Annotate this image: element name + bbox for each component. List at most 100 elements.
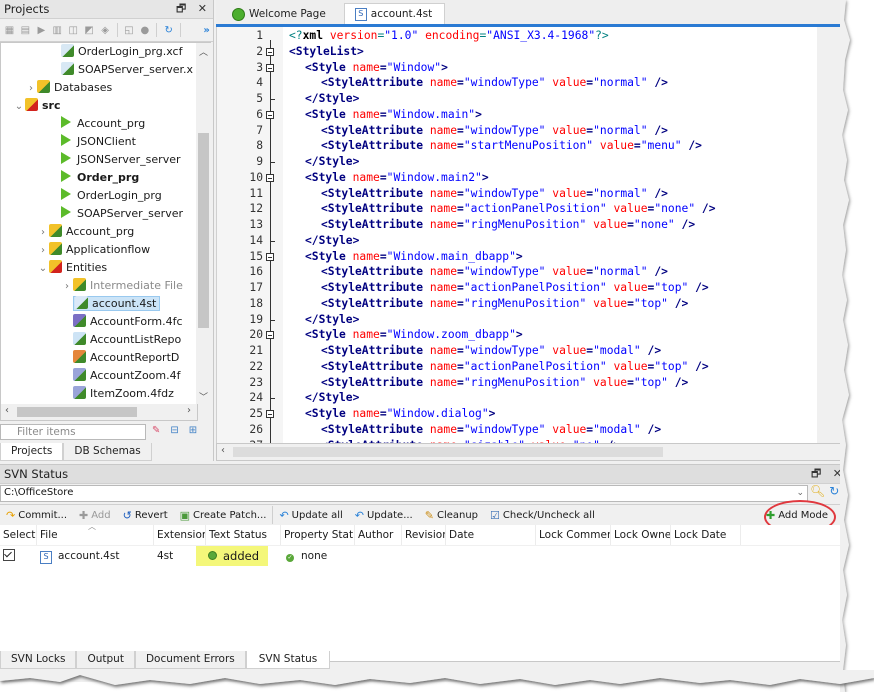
column-header-text-status[interactable]: Text Status [206,525,281,545]
restore-icon[interactable]: 🗗 [176,2,186,15]
overflow-icon[interactable]: » [200,23,213,37]
fold-toggle-icon[interactable] [266,331,274,340]
tree-item[interactable]: JSONServer_server [1,151,197,169]
revert-button[interactable]: ↺ Revert [117,506,174,524]
column-header-lock-owner[interactable]: Lock Owner [611,525,671,545]
database-icon[interactable]: ● [138,23,151,37]
tree-item[interactable]: SOAPServer_server.x [1,61,197,79]
check-uncheck-all-button[interactable]: ☑ Check/Uncheck all [484,506,601,524]
column-header-select[interactable]: Select [0,525,37,545]
chevron-down-icon[interactable]: ⌄ [13,98,25,116]
code-line[interactable]: 25 <Style name="Window.dialog"> [217,406,817,422]
tree-item[interactable]: AccountReportD [1,349,197,367]
tree-item[interactable]: account.4st [1,295,197,313]
link-icon[interactable]: ▥ [51,23,64,37]
eraser-icon[interactable]: ✎ [152,425,160,436]
code-line[interactable]: 23 <StyleAttribute name="ringMenuPosition… [217,375,817,391]
chevron-down-icon[interactable]: ⌄ [796,486,804,500]
tree-item[interactable]: ItemZoom.4fdz [1,385,197,403]
build-icon[interactable]: ▦ [3,23,16,37]
commit-button[interactable]: ↷ Commit... [0,506,73,524]
code-line[interactable]: 13 <StyleAttribute name="ringMenuPosition… [217,217,817,233]
code-line[interactable]: 15 <Style name="Window.main_dbapp"> [217,249,817,265]
code-line[interactable]: 9 </Style> [217,154,817,170]
code-line[interactable]: 5 </Style> [217,91,817,107]
code-line[interactable]: 24 </Style> [217,390,817,406]
tab-projects[interactable]: Projects [0,443,64,461]
chevron-right-icon[interactable]: › [37,242,49,260]
column-header-lock-comment[interactable]: Lock Comment [536,525,611,545]
fold-toggle-icon[interactable] [266,110,274,119]
table-row[interactable]: Saccount.4st 4st added ✓ none [0,546,848,566]
fold-toggle-icon[interactable] [266,252,274,261]
tree-item[interactable]: › Account_prg [1,223,197,241]
sync-icon[interactable]: ↻ [162,23,175,37]
code-area[interactable]: 1 <?xml version="1.0" encoding="ANSI_X3.4… [216,27,817,443]
tree-item[interactable]: OrderLogin_prg [1,187,197,205]
tree-vertical-scrollbar[interactable]: ︿ ﹀ [196,42,211,405]
tab-document-errors[interactable]: Document Errors [134,651,246,669]
code-line[interactable]: 3 <Style name="Window"> [217,60,817,76]
column-header-file[interactable]: File [37,525,154,545]
deploy-icon[interactable]: ◩ [83,23,96,37]
tree-item[interactable]: ⌄ Entities [1,259,197,277]
code-line[interactable]: 26 <StyleAttribute name="windowType" valu… [217,422,817,438]
fold-toggle-icon[interactable] [266,410,274,418]
fold-toggle-icon[interactable] [266,47,274,56]
code-line[interactable]: 12 <StyleAttribute name="actionPanelPosit… [217,201,817,217]
tab-svn-locks[interactable]: SVN Locks [0,651,77,669]
expand-all-icon[interactable]: ⊞ [189,425,197,436]
code-line[interactable]: 21 <StyleAttribute name="windowType" valu… [217,343,817,359]
update-button[interactable]: ↶ Update... [349,506,419,524]
run-icon[interactable]: ▶ [35,23,48,37]
code-line[interactable]: 22 <StyleAttribute name="actionPanelPosit… [217,359,817,375]
tree-item[interactable]: › Intermediate File [1,277,197,295]
code-line[interactable]: 1 <?xml version="1.0" encoding="ANSI_X3.4… [217,28,817,44]
tab-svn-status[interactable]: SVN Status [245,651,331,669]
tab-output[interactable]: Output [76,651,135,669]
column-header-author[interactable]: Author [355,525,402,545]
working-copy-path-combo[interactable]: C:\OfficeStore ⌄ [0,485,808,502]
new-file-icon[interactable]: ◱ [122,23,135,37]
scroll-left-icon[interactable]: ‹ [5,405,9,416]
scroll-right-icon[interactable]: › [187,405,191,416]
code-line[interactable]: 4 <StyleAttribute name="windowType" value… [217,75,817,91]
tree-item[interactable]: Account_prg [1,115,197,133]
tree-item[interactable]: ⌄ src [1,97,197,115]
tab-welcome-page[interactable]: Welcome Page [222,4,338,24]
code-line[interactable]: 14 </Style> [217,233,817,249]
tree-horizontal-scrollbar[interactable]: ‹ › [0,404,198,421]
code-line[interactable]: 10 <Style name="Window.main2"> [217,170,817,186]
tree-item[interactable]: › Databases [1,79,197,97]
refresh-icon[interactable]: ↻ [829,484,839,498]
code-line[interactable]: 20 <Style name="Window.zoom_dbapp"> [217,327,817,343]
code-line[interactable]: 18 <StyleAttribute name="ringMenuPosition… [217,296,817,312]
code-line[interactable]: 8 <StyleAttribute name="startMenuPosition… [217,138,817,154]
restore-icon[interactable]: 🗗 [811,467,821,480]
column-header-lock-date[interactable]: Lock Date [671,525,741,545]
tree-item[interactable]: AccountZoom.4f [1,367,197,385]
editor-horizontal-scrollbar[interactable]: ‹ [216,443,848,461]
scroll-thumb[interactable] [233,447,663,457]
browse-folder-icon[interactable]: 🔍︎ [810,484,825,498]
code-line[interactable]: 19 </Style> [217,312,817,328]
scroll-thumb[interactable] [17,407,137,417]
chevron-right-icon[interactable]: › [61,278,73,296]
tab-db-schemas[interactable]: DB Schemas [63,443,152,461]
code-line[interactable]: 7 <StyleAttribute name="windowType" value… [217,123,817,139]
code-line[interactable]: 11 <StyleAttribute name="windowType" valu… [217,186,817,202]
filter-input[interactable] [0,424,146,440]
tree-item[interactable]: AccountForm.4fc [1,313,197,331]
clean-icon[interactable]: ◫ [67,23,80,37]
collapse-all-icon[interactable]: ⊟ [170,425,178,436]
scroll-thumb[interactable] [198,133,209,328]
code-line[interactable]: 17 <StyleAttribute name="actionPanelPosit… [217,280,817,296]
tree-item[interactable]: SOAPServer_server [1,205,197,223]
tree-item[interactable]: OrderLogin_prg.xcf [1,43,197,61]
create-patch-button[interactable]: ▣ Create Patch... [174,506,273,524]
close-icon[interactable]: ✕ [198,2,207,15]
scroll-down-icon[interactable]: ﹀ [196,390,211,403]
code-line[interactable]: 16 <StyleAttribute name="windowType" valu… [217,264,817,280]
column-header-property-status[interactable]: Property Status [281,525,355,545]
fold-toggle-icon[interactable] [266,63,274,72]
